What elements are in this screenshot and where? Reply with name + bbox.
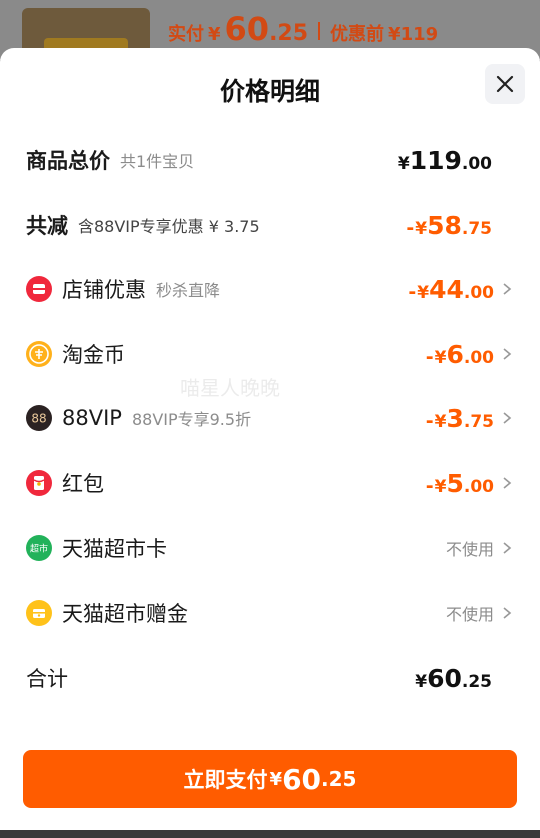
background-price-summary: 实付 ¥ 60 .25 优惠前 ¥119 (168, 10, 438, 50)
pay-now-int: 60 (282, 762, 322, 796)
chevron-right-icon (503, 348, 512, 360)
store-coupon-icon (26, 276, 52, 302)
svg-text:88: 88 (31, 412, 46, 426)
taojinbi-coin-icon (26, 341, 52, 367)
sum-amount: ¥60.25 (415, 663, 492, 693)
before-price: ¥119 (388, 24, 439, 45)
88vip-sub: 88VIP专享9.5折 (131, 410, 252, 429)
red-packet-icon (26, 470, 52, 496)
reduction-label: 共减 (26, 214, 68, 238)
taojinbi-amount: - ¥6.00 (425, 339, 494, 369)
row-total-reduction: 共减 含88VIP专享优惠 ¥ 3.75 - ¥58.75 (26, 205, 514, 245)
88vip-amount: - ¥3.75 (425, 403, 494, 433)
row-sum: 合计 ¥60.25 (26, 658, 514, 698)
row-tmall-supermarket-card[interactable]: 超市 天猫超市卡 不使用 (26, 528, 514, 568)
total-sub: 共1件宝贝 (120, 152, 195, 171)
chevron-right-icon (503, 412, 512, 424)
row-store-discount[interactable]: 店铺优惠 秒杀直降 - ¥44.00 (26, 269, 514, 309)
sheet-title: 价格明细 (219, 77, 320, 106)
chevron-right-icon (503, 283, 512, 295)
red-packet-label: 红包 (62, 472, 104, 496)
pay-now-yen: ¥ (269, 768, 283, 790)
paid-int: 60 (224, 10, 270, 48)
chevron-right-icon (503, 477, 512, 489)
store-discount-label: 店铺优惠 (62, 278, 146, 302)
reduction-sub: 含88VIP专享优惠 ¥ 3.75 (78, 217, 260, 236)
88vip-label: 88VIP (62, 406, 122, 430)
row-red-packet[interactable]: 红包 - ¥5.00 (26, 463, 514, 503)
chevron-right-icon (503, 607, 512, 619)
price-detail-sheet: 价格明细 喵星人晚晚 商品总价 共1件宝贝 ¥119.00 共减 含88VIP专… (0, 48, 540, 838)
close-button[interactable] (485, 64, 525, 104)
gift-money-label: 天猫超市赠金 (62, 602, 188, 626)
pay-now-dec: .25 (321, 767, 357, 791)
row-taojinbi[interactable]: 淘金币 - ¥6.00 (26, 334, 514, 374)
chevron-right-icon (503, 542, 512, 554)
store-discount-sub: 秒杀直降 (156, 281, 221, 300)
88vip-badge-icon: 88 (26, 405, 52, 431)
tmall-gift-money-icon (26, 600, 52, 626)
paid-yen: ¥ (208, 24, 221, 45)
supermarket-card-label: 天猫超市卡 (62, 537, 167, 561)
row-total-price: 商品总价 共1件宝贝 ¥119.00 (26, 140, 514, 180)
price-separator (318, 22, 321, 40)
watermark: 喵星人晚晚 (180, 376, 280, 400)
bottom-strip (0, 830, 540, 838)
total-label: 商品总价 (26, 149, 110, 173)
store-discount-amount: - ¥44.00 (408, 274, 494, 304)
supermarket-card-status: 不使用 (445, 540, 494, 559)
total-amount: ¥119.00 (397, 145, 492, 175)
gift-money-status: 不使用 (445, 605, 494, 624)
red-packet-amount: - ¥5.00 (425, 468, 494, 498)
tmall-supermarket-card-icon: 超市 (26, 535, 52, 561)
paid-label: 实付 (168, 24, 204, 45)
taojinbi-label: 淘金币 (62, 343, 125, 367)
row-tmall-gift-money[interactable]: 天猫超市赠金 不使用 (26, 593, 514, 633)
sum-label: 合计 (26, 667, 68, 691)
svg-text:超市: 超市 (30, 543, 48, 555)
paid-dec: .25 (269, 21, 309, 46)
pay-now-label: 立即支付 (183, 768, 268, 792)
reduction-amount: - ¥58.75 (406, 210, 492, 240)
row-88vip[interactable]: 88 88VIP 88VIP专享9.5折 - ¥3.75 (26, 398, 514, 438)
before-label: 优惠前 (330, 24, 385, 45)
pay-now-button[interactable]: 立即支付 ¥ 60 .25 (23, 750, 517, 808)
close-icon (496, 75, 514, 93)
